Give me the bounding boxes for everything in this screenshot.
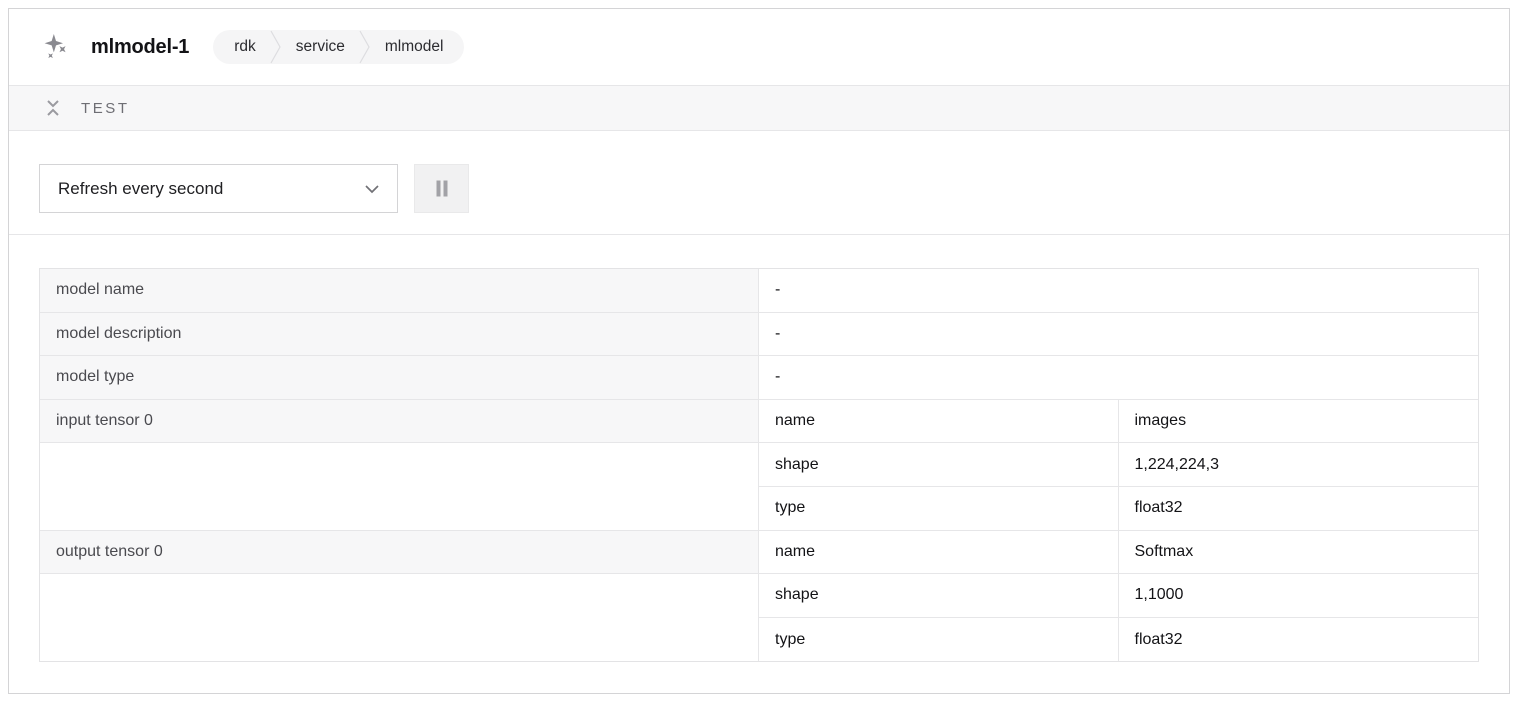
model-info-section: model name - model description - model t…	[9, 235, 1509, 693]
test-section-label: TEST	[81, 100, 130, 117]
test-section-toggle[interactable]: TEST	[9, 85, 1509, 131]
collapse-vertical-icon[interactable]	[45, 98, 61, 118]
refresh-rate-select[interactable]: Refresh every second	[39, 164, 398, 213]
breadcrumb-item-rdk: rdk	[221, 38, 269, 56]
resource-card: mlmodel-1 rdk service mlmodel TEST Refre…	[8, 8, 1510, 694]
field-value: 1,1000	[1119, 574, 1479, 618]
breadcrumb: rdk service mlmodel	[213, 30, 464, 64]
row-value-model-type: -	[759, 356, 1478, 400]
refresh-rate-value: Refresh every second	[58, 179, 223, 199]
breadcrumb-item-mlmodel: mlmodel	[372, 38, 457, 56]
field-key: shape	[759, 574, 1119, 618]
field-value: float32	[1119, 487, 1479, 531]
field-value: images	[1119, 400, 1479, 444]
test-toolbar: Refresh every second	[9, 131, 1509, 235]
page-title: mlmodel-1	[91, 36, 189, 59]
chevron-separator-icon	[358, 30, 372, 64]
field-key: name	[759, 531, 1119, 575]
row-value-model-name: -	[759, 269, 1478, 313]
chevron-separator-icon	[269, 30, 283, 64]
pause-icon	[434, 180, 450, 197]
group-label-input-tensor-0: input tensor 0	[40, 400, 759, 444]
group-spacer	[40, 443, 759, 530]
field-value: 1,224,224,3	[1119, 443, 1479, 487]
row-label-model-name: model name	[40, 269, 759, 313]
field-key: type	[759, 487, 1119, 531]
row-label-model-type: model type	[40, 356, 759, 400]
field-key: shape	[759, 443, 1119, 487]
breadcrumb-item-service: service	[283, 38, 358, 56]
chevron-down-icon	[364, 184, 380, 194]
field-value: Softmax	[1119, 531, 1479, 575]
row-label-model-description: model description	[40, 313, 759, 357]
card-header: mlmodel-1 rdk service mlmodel	[9, 9, 1509, 85]
field-key: type	[759, 618, 1119, 662]
field-key: name	[759, 400, 1119, 444]
pause-refresh-button[interactable]	[414, 164, 469, 213]
group-spacer	[40, 574, 759, 661]
model-spec-table: model name - model description - model t…	[39, 268, 1479, 662]
sparkles-icon	[43, 34, 69, 60]
group-label-output-tensor-0: output tensor 0	[40, 531, 759, 575]
field-value: float32	[1119, 618, 1479, 662]
row-value-model-description: -	[759, 313, 1478, 357]
